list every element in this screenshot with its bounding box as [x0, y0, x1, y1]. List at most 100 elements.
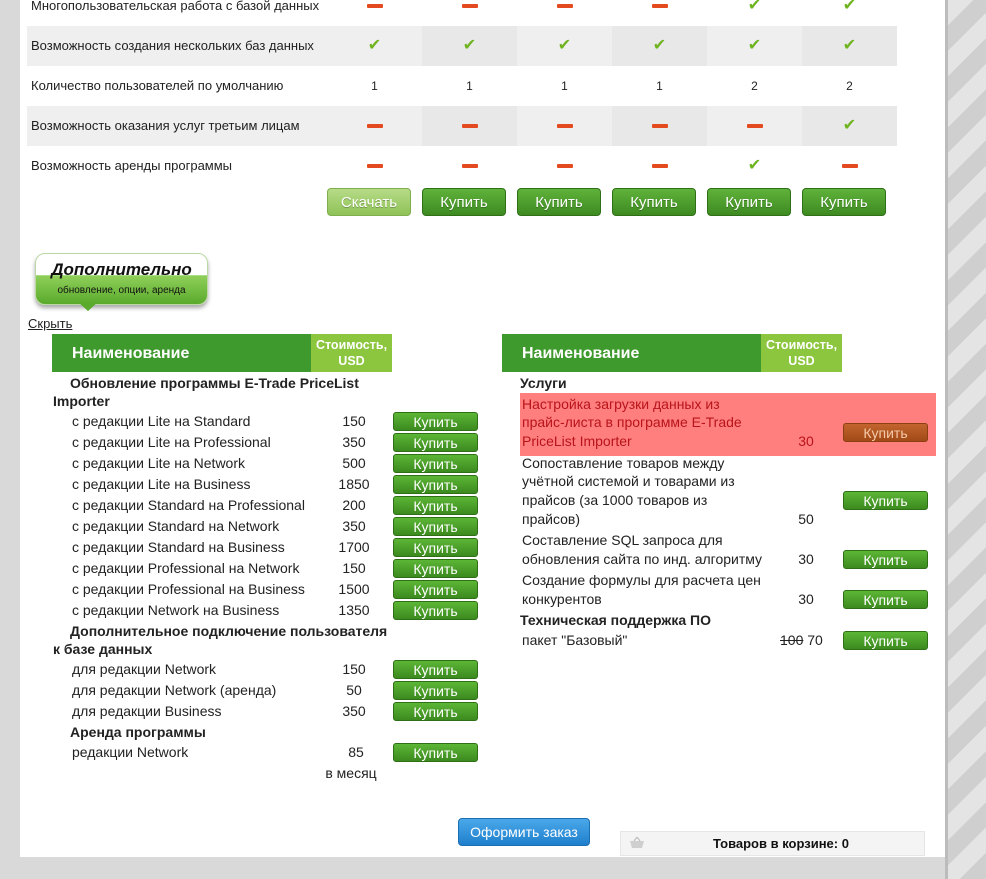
section-title: Услуги — [520, 375, 567, 391]
comparison-cell: 2 — [802, 66, 897, 106]
comparison-cell: 1 — [612, 66, 707, 106]
comparison-cell — [707, 106, 802, 146]
buy-button[interactable]: Купить — [393, 517, 478, 536]
comparison-cell — [612, 146, 707, 186]
dash-icon — [366, 164, 383, 168]
buy-button[interactable]: Купить — [843, 590, 928, 609]
comparison-cell: ✔ — [707, 146, 802, 186]
item-name: с редакции Lite на Network — [72, 455, 245, 471]
buy-button[interactable]: Купить — [393, 454, 478, 473]
comparison-cell — [802, 146, 897, 186]
download-button[interactable]: Скачать — [327, 188, 411, 216]
check-icon: ✔ — [842, 37, 857, 54]
buy-button[interactable]: Купить — [393, 496, 478, 515]
comparison-cell — [422, 106, 517, 146]
basket-icon — [630, 837, 644, 848]
comparison-cell — [517, 106, 612, 146]
comparison-cell: ✔ — [802, 106, 897, 146]
item-name: для редакции Business — [72, 703, 222, 719]
buy-button[interactable]: Купить — [517, 188, 601, 216]
buy-button[interactable]: Купить — [393, 601, 478, 620]
comparison-cell: ✔ — [802, 0, 897, 26]
service-line: прайс-листа в программе E-Trade — [522, 414, 742, 430]
rent-name: редакции Network — [72, 744, 189, 760]
badge-pointer — [78, 302, 98, 311]
cell-value: 1 — [371, 79, 378, 93]
dash-icon — [556, 4, 573, 8]
buy-button[interactable]: Купить — [843, 423, 928, 442]
dash-icon — [461, 164, 478, 168]
buy-button[interactable]: Купить — [393, 412, 478, 431]
buy-button[interactable]: Купить — [843, 550, 928, 569]
comparison-cell — [422, 146, 517, 186]
page-edge — [945, 0, 948, 879]
support-price: 100 70 — [780, 631, 823, 649]
buy-button[interactable]: Купить — [707, 188, 791, 216]
place-order-button[interactable]: Оформить заказ — [458, 818, 590, 846]
buy-button[interactable]: Купить — [393, 580, 478, 599]
item-name: с редакции Professional на Network — [72, 560, 300, 576]
service-price: 30 — [798, 591, 814, 607]
service-line: Создание формулы для расчета цен — [522, 572, 761, 588]
buy-button[interactable]: Купить — [612, 188, 696, 216]
comparison-label: Возможность создания нескольких баз данн… — [31, 38, 314, 53]
buy-button[interactable]: Купить — [393, 702, 478, 721]
comparison-label: Многопользовательская работа с базой дан… — [31, 0, 320, 13]
item-name: с редакции Lite на Professional — [72, 434, 271, 450]
comparison-cell: 1 — [422, 66, 517, 106]
item-name: для редакции Network — [72, 661, 217, 677]
check-icon: ✔ — [367, 37, 382, 54]
service-price: 50 — [798, 511, 814, 527]
item-price: 150 — [342, 560, 366, 576]
buy-button[interactable]: Купить — [393, 660, 478, 679]
buy-button[interactable]: Купить — [393, 538, 478, 557]
section-title: Техническая поддержка ПО — [520, 612, 711, 628]
dash-icon — [651, 4, 668, 8]
service-line: Составление SQL запроса для — [522, 532, 723, 548]
item-price: 1500 — [338, 581, 370, 597]
new-price: 70 — [807, 632, 823, 648]
item-price: 500 — [342, 455, 366, 471]
buy-button[interactable]: Купить — [843, 631, 928, 650]
comparison-cell: ✔ — [422, 26, 517, 66]
buy-button[interactable]: Купить — [393, 559, 478, 578]
item-name: с редакции Standard на Business — [72, 539, 285, 555]
hide-link[interactable]: Скрыть — [28, 316, 72, 331]
check-icon: ✔ — [557, 37, 572, 54]
background-pattern — [948, 0, 986, 879]
header-cost-line1: Стоимость, — [315, 338, 388, 352]
service-price: 30 — [798, 433, 814, 449]
item-price: 200 — [342, 497, 366, 513]
buy-button[interactable]: Купить — [422, 188, 506, 216]
buy-button[interactable]: Купить — [843, 491, 928, 510]
cell-value: 2 — [751, 79, 758, 93]
section-title-cont: Importer — [53, 393, 110, 409]
comparison-cell: ✔ — [517, 26, 612, 66]
comparison-cell: 1 — [327, 66, 422, 106]
dash-icon — [556, 124, 573, 128]
comparison-cell: ✔ — [707, 0, 802, 26]
service-line: учётной системой и товарами из — [522, 473, 735, 489]
comparison-label: Возможность аренды программы — [31, 158, 233, 173]
buy-button[interactable]: Купить — [393, 681, 478, 700]
header-cost: Стоимость, USD — [311, 334, 392, 372]
comparison-label: Возможность оказания услуг третьим лицам — [31, 118, 300, 133]
extra-title: Дополнительно — [51, 260, 192, 279]
comparison-cell: 1 — [517, 66, 612, 106]
buy-button[interactable]: Купить — [393, 743, 478, 762]
item-price: 1700 — [338, 539, 370, 555]
buy-button[interactable]: Купить — [393, 475, 478, 494]
item-name: с редакции Standard на Network — [72, 518, 280, 534]
support-name: пакет "Базовый" — [522, 632, 628, 648]
buy-button[interactable]: Купить — [802, 188, 886, 216]
service-line: Настройка загрузки данных из — [522, 396, 720, 412]
item-name: с редакции Network на Business — [72, 602, 280, 618]
buy-button[interactable]: Купить — [393, 433, 478, 452]
comparison-cell — [327, 0, 422, 26]
item-name: с редакции Standard на Professional — [72, 497, 305, 513]
comparison-cell: 2 — [707, 66, 802, 106]
check-icon: ✔ — [747, 0, 762, 14]
comparison-cell — [517, 0, 612, 26]
comparison-cell: ✔ — [707, 26, 802, 66]
service-line: прайсов) — [522, 511, 581, 527]
